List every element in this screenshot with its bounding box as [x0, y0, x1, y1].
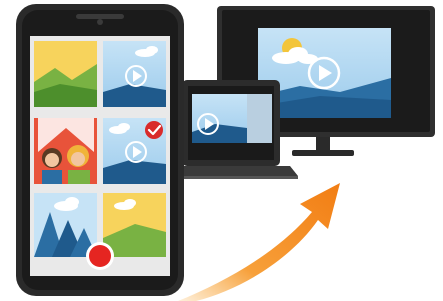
illustration: [0, 0, 443, 301]
phone-camera: [97, 19, 103, 25]
laptop-screen-right: [247, 94, 272, 143]
laptop-base-edge: [166, 176, 298, 179]
illustration-svg: [16, 4, 435, 301]
laptop-base: [166, 166, 298, 176]
gallery-thumb-portrait[interactable]: [34, 118, 97, 184]
laptop: [166, 80, 298, 179]
phone: [16, 4, 184, 296]
gallery-thumb-hill[interactable]: [103, 193, 166, 257]
cast-arrow-icon: [178, 183, 340, 301]
check-badge-icon: [145, 121, 163, 139]
gallery-thumb-video[interactable]: [103, 41, 166, 107]
gallery-thumb-mountains[interactable]: [34, 193, 97, 257]
tv-stand-base: [292, 150, 354, 156]
gallery-thumb-landscape[interactable]: [34, 41, 97, 107]
phone-speaker: [76, 14, 124, 19]
record-button-icon[interactable]: [86, 242, 114, 270]
cast-arrow-shape: [178, 183, 340, 301]
tv-stand-neck: [316, 137, 330, 151]
gallery-thumb-video-selected[interactable]: [103, 118, 166, 184]
